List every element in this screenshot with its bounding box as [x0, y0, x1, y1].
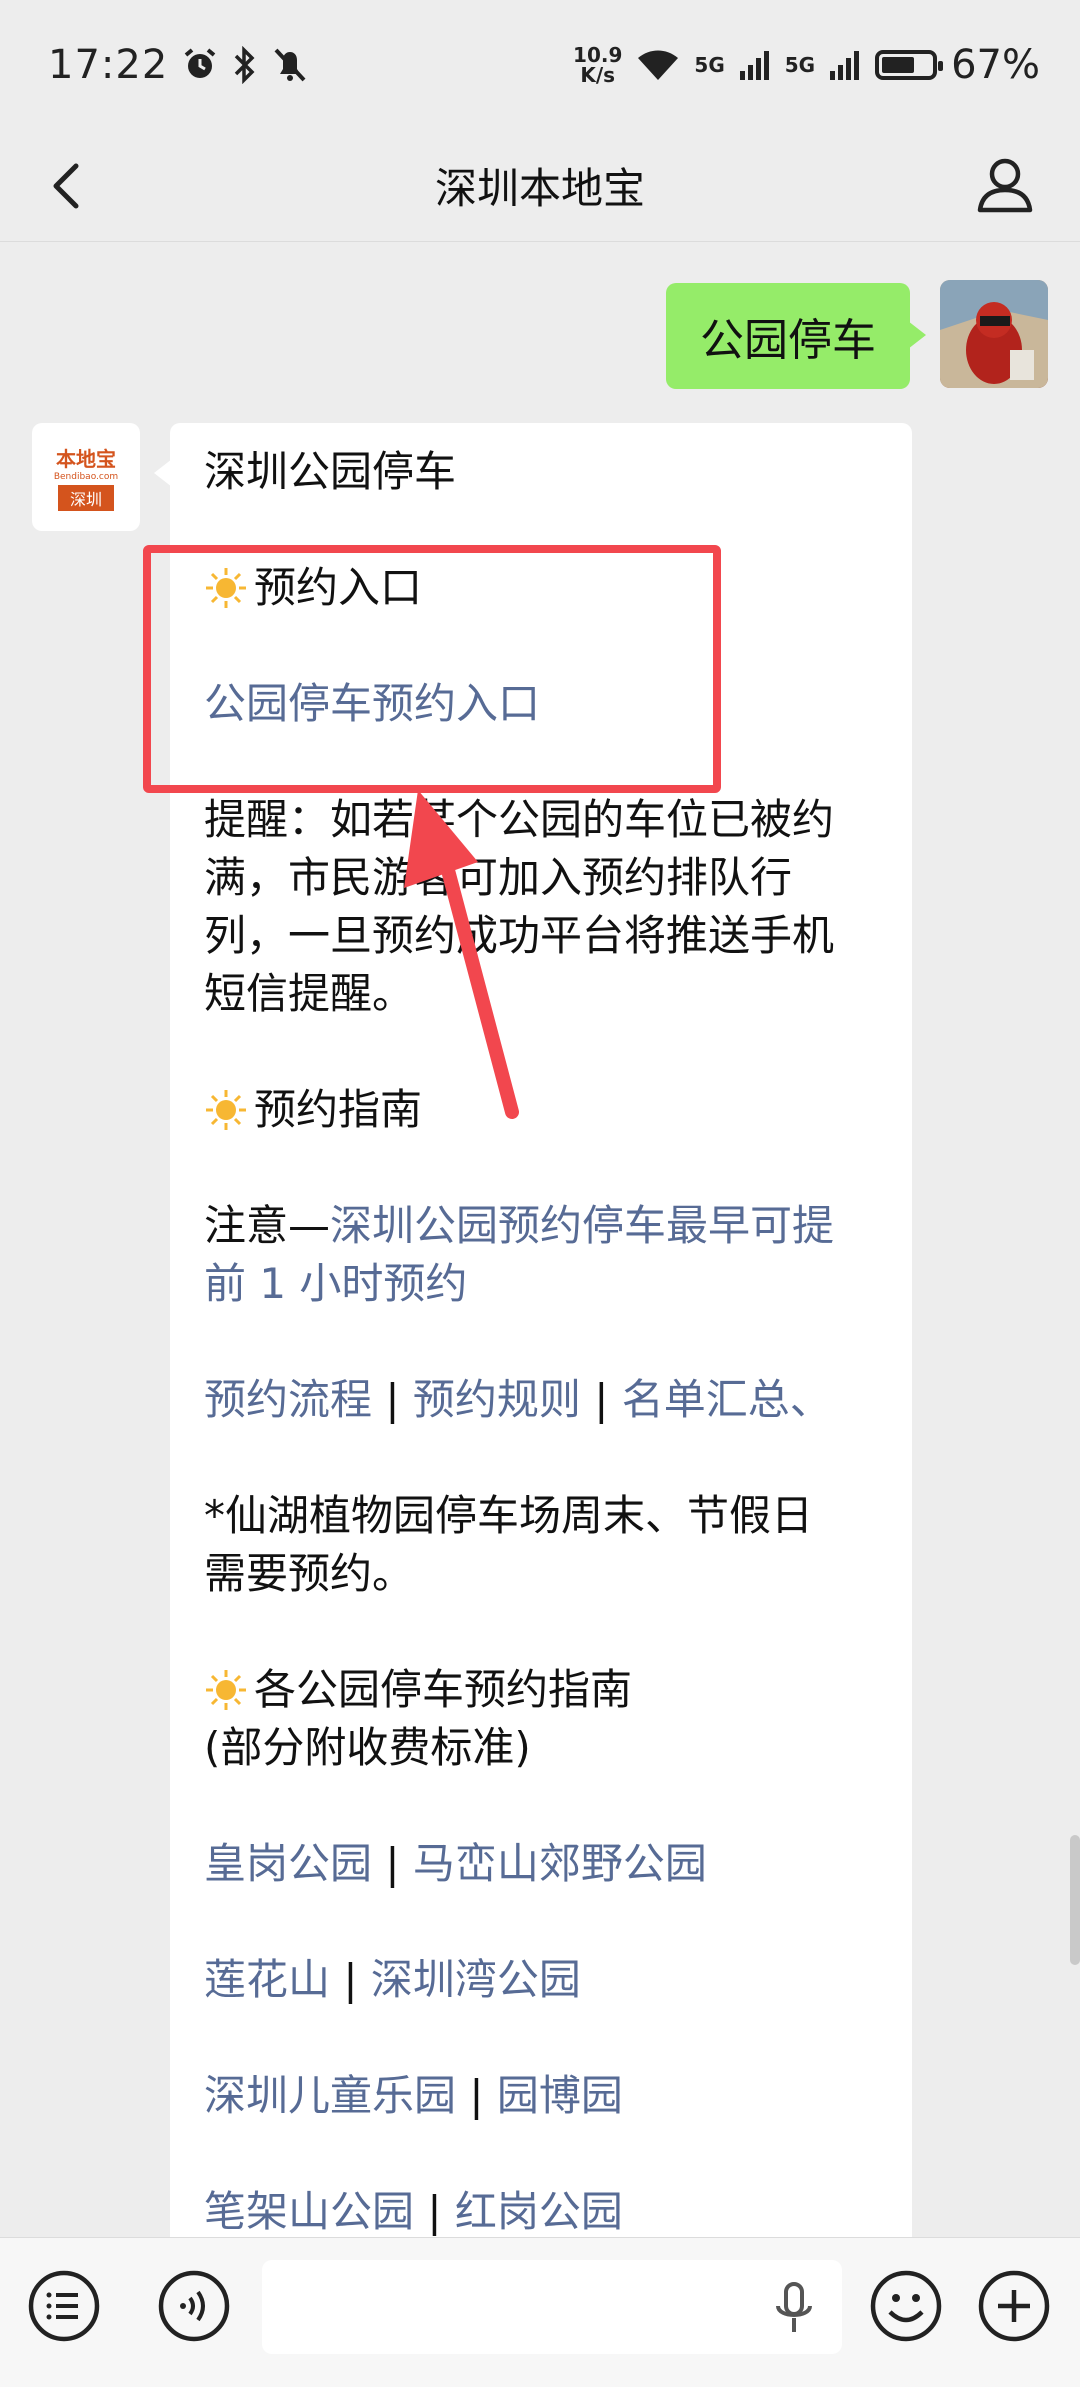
xianhu-line-1: *仙湖植物园停车场周末、节假日 [204, 1491, 814, 1540]
chat-header: 深圳本地宝 [0, 130, 1080, 242]
link-park[interactable]: 红岗公园 [455, 2187, 623, 2236]
bot-avatar[interactable]: 本地宝 Bendibao.com 深圳 [32, 423, 140, 531]
separator: | [385, 1375, 400, 1424]
bot-logo-city: 深圳 [57, 485, 114, 511]
separator: | [385, 1839, 400, 1888]
link-park[interactable]: 深圳儿童乐园 [204, 2071, 456, 2120]
chat-area[interactable]: 公园停车 本地宝 Bendibao.com 深圳 深圳公园停车 预约入口 公园停… [0, 243, 1080, 2237]
park-links-row: 深圳儿童乐园 | 园博园 [204, 2067, 878, 2125]
emoji-icon[interactable] [868, 2268, 944, 2344]
link-list-summary[interactable]: 名单汇总、 [622, 1375, 832, 1424]
section-parks-subtitle: (部分附收费标准) [204, 1723, 531, 1772]
user-avatar[interactable] [940, 280, 1048, 388]
link-park[interactable]: 皇岗公园 [204, 1839, 372, 1888]
profile-icon[interactable] [970, 150, 1040, 220]
link-booking-process[interactable]: 预约流程 [204, 1375, 372, 1424]
link-park[interactable]: 笔架山公园 [204, 2187, 414, 2236]
status-bar: 17:22 10.9 K/s 5G 5G 67% [0, 0, 1080, 130]
note-prefix: 注意— [204, 1201, 331, 1250]
back-arrow-icon[interactable] [40, 152, 100, 220]
input-bar [0, 2237, 1080, 2387]
plus-more-icon[interactable] [976, 2268, 1052, 2344]
link-park[interactable]: 园博园 [497, 2071, 623, 2120]
menu-list-icon[interactable] [26, 2268, 102, 2344]
guide-links-row: 预约流程 | 预约规则 | 名单汇总、 [204, 1371, 878, 1429]
status-time: 17:22 [48, 42, 169, 88]
message-input[interactable] [262, 2260, 842, 2354]
message-title: 深圳公园停车 [204, 447, 457, 496]
section-heading-booking: 预约入口 [204, 559, 878, 617]
bot-message-bubble: 深圳公园停车 预约入口 公园停车预约入口 提醒：如若某个公园的车位已被约 满，市… [154, 423, 912, 2237]
sun-emoji-icon [206, 568, 246, 608]
bot-logo-url: Bendibao.com [53, 472, 119, 482]
reminder-line-2: 满，市民游客可加入预约排队行 [204, 853, 793, 902]
bluetooth-icon [235, 46, 255, 84]
note-line-1: 注意—深圳公园预约停车最早可提 [204, 1197, 878, 1255]
wifi-icon [638, 50, 679, 80]
park-links-row: 皇岗公园 | 马峦山郊野公园 [204, 1835, 878, 1893]
xianhu-line-2: 需要预约。 [204, 1549, 415, 1598]
bot-logo-text: 本地宝 [56, 447, 116, 471]
voice-input-icon[interactable] [156, 2268, 232, 2344]
user-message-bubble[interactable]: 公园停车 [666, 283, 926, 389]
battery-percent: 67% [951, 42, 1040, 88]
reminder-line-3: 列，一旦预约成功平台将推送手机 [204, 911, 835, 960]
link-booking-rules[interactable]: 预约规则 [413, 1375, 581, 1424]
cell-signal-icon-2 [830, 51, 860, 80]
scrollbar[interactable] [1070, 1835, 1080, 1965]
section-heading-guide: 预约指南 [204, 1081, 878, 1139]
note-link-part1[interactable]: 深圳公园预约停车最早可提 [330, 1201, 834, 1250]
separator: | [469, 2071, 484, 2120]
separator: | [427, 2187, 442, 2236]
alarm-icon [185, 48, 216, 78]
mute-bell-icon [274, 48, 306, 82]
signal-5g-label-2: 5G [784, 53, 816, 77]
sun-emoji-icon [206, 1090, 246, 1130]
section-heading-parks: 各公园停车预约指南 [204, 1661, 878, 1719]
user-message-text: 公园停车 [700, 315, 876, 366]
battery-icon [875, 50, 944, 80]
chat-title: 深圳本地宝 [434, 164, 645, 213]
booking-entrance-link[interactable]: 公园停车预约入口 [204, 675, 878, 733]
microphone-icon[interactable] [766, 2278, 822, 2338]
separator: | [343, 1955, 358, 2004]
separator: | [594, 1375, 609, 1424]
cell-signal-icon-1 [739, 51, 769, 80]
note-link-part2[interactable]: 前 1 小时预约 [204, 1255, 878, 1313]
link-park[interactable]: 莲花山 [204, 1955, 330, 2004]
link-park[interactable]: 马峦山郊野公园 [413, 1839, 707, 1888]
signal-5g-label-1: 5G [694, 53, 725, 77]
section-heading-guide-text: 预约指南 [254, 1085, 423, 1134]
park-links-row: 笔架山公园 | 红岗公园 [204, 2183, 878, 2237]
reminder-line-1: 提醒：如若某个公园的车位已被约 [204, 795, 835, 844]
link-park[interactable]: 深圳湾公园 [371, 1955, 581, 2004]
reminder-line-4: 短信提醒。 [204, 969, 415, 1018]
sun-emoji-icon [206, 1670, 246, 1710]
section-heading-parks-text: 各公园停车预约指南 [254, 1665, 633, 1714]
park-links-row: 莲花山 | 深圳湾公园 [204, 1951, 878, 2009]
section-heading-booking-text: 预约入口 [254, 563, 423, 612]
network-speed: 10.9 K/s [573, 43, 623, 87]
